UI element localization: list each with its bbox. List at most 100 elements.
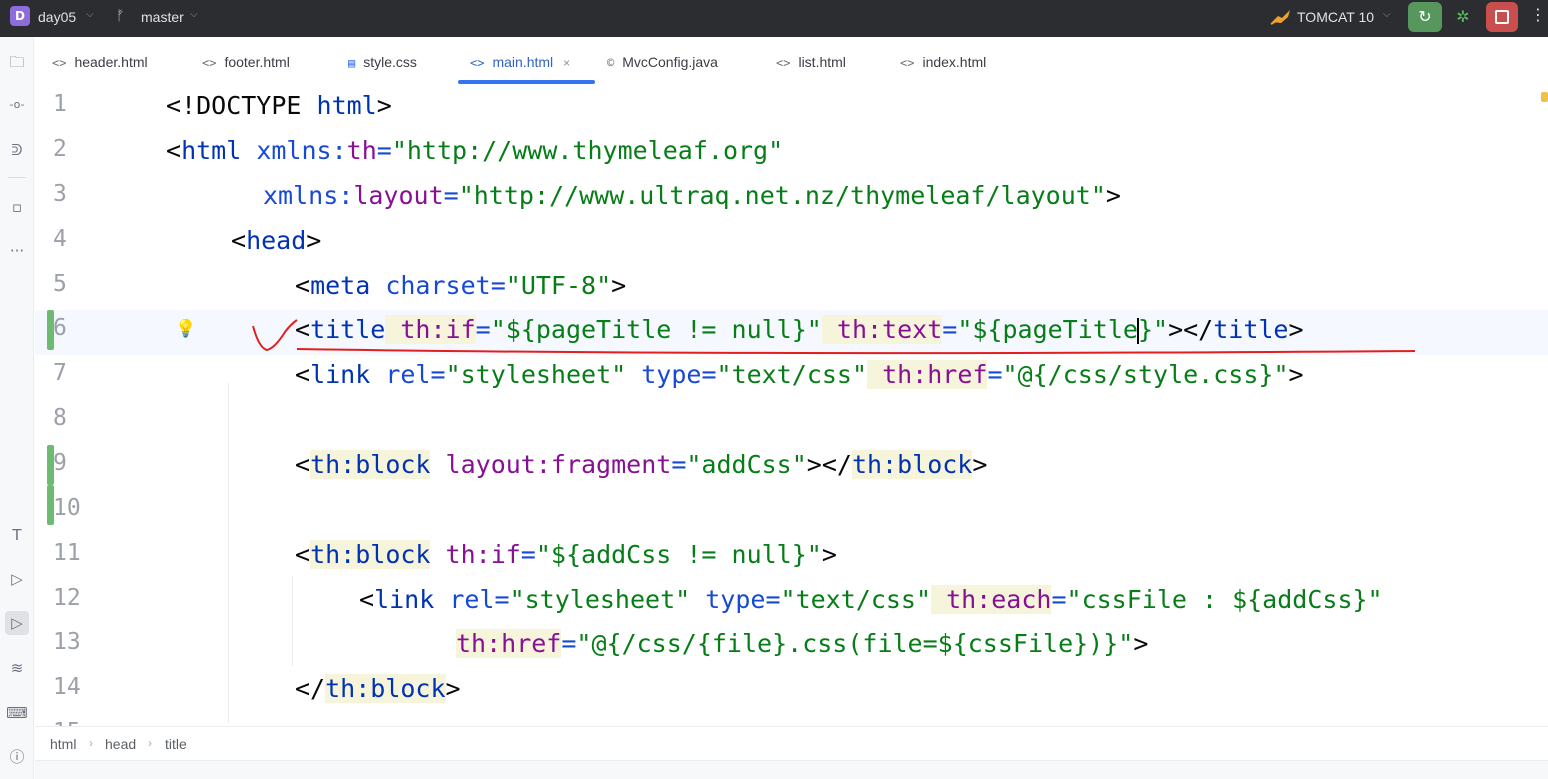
services-icon[interactable]: ▷ — [5, 567, 29, 591]
active-tab-indicator — [458, 80, 595, 84]
html-file-icon: <> — [776, 56, 791, 70]
project-icon[interactable]: 🗀 — [5, 50, 29, 74]
lightbulb-icon[interactable]: 💡 — [175, 319, 196, 339]
code-text: <th:block layout:fragment="addCss"></th:… — [295, 450, 988, 479]
code-text: <!DOCTYPE html> — [166, 91, 392, 120]
tab-label: footer.html — [224, 54, 290, 70]
code-line: 14 </th:block> — [35, 669, 1548, 714]
code-line: 15 — [35, 714, 1548, 726]
code-text: </th:block> — [295, 674, 461, 703]
tab-main-html[interactable]: <> main.html × — [470, 37, 570, 86]
run-icon[interactable]: ▷ — [5, 611, 29, 635]
line-number: 15 — [53, 719, 113, 726]
html-file-icon: <> — [202, 56, 217, 70]
line-number: 14 — [53, 674, 81, 700]
code-text: th:href="@{/css/{file}.css(file=${cssFil… — [456, 629, 1149, 658]
code-line: 9 <th:block layout:fragment="addCss"></t… — [35, 445, 1548, 490]
commit-icon[interactable]: -o- — [5, 93, 29, 117]
editor-tab-bar: <> header.html <> footer.html ▤ style.css <… — [35, 37, 1548, 86]
html-file-icon: <> — [52, 56, 67, 70]
branch-icon: ᚠ — [116, 8, 125, 24]
code-text: <title th:if="${pageTitle != null}" th:t… — [295, 315, 1304, 344]
warning-stripe-marker[interactable] — [1541, 92, 1548, 102]
run-configuration-name[interactable]: TOMCAT 10 — [1297, 9, 1374, 25]
more-tools-icon[interactable]: ··· — [5, 239, 29, 263]
breadcrumb-item-html[interactable]: html — [50, 736, 76, 752]
code-line: 11 <th:block th:if="${addCss != null}"> — [35, 535, 1548, 580]
bottom-tool-window-bar — [35, 760, 1548, 779]
rerun-icon: ↻ — [1418, 7, 1432, 26]
problems-icon[interactable]: ⓘ — [5, 745, 29, 769]
line-number: 2 — [53, 136, 67, 162]
divider — [8, 177, 26, 178]
tab-header-html[interactable]: <> header.html — [52, 37, 148, 86]
code-line-current: 6 💡 <title th:if="${pageTitle != null}" … — [35, 310, 1548, 355]
line-number: 8 — [53, 405, 67, 431]
code-line: 5 <meta charset="UTF-8"> — [35, 266, 1548, 311]
chevron-right-icon: › — [89, 736, 93, 750]
left-tool-strip: 🗀 -o- ᕲ ▫ ··· T ▷ ▷ ≋ ⌨ ⓘ — [0, 37, 34, 779]
chevron-down-icon[interactable]: ⌵ — [190, 9, 198, 20]
more-actions-button[interactable]: ⋮ — [1530, 5, 1546, 24]
code-text: xmlns:layout="http://www.ultraq.net.nz/t… — [263, 181, 1121, 210]
line-number: 12 — [53, 585, 81, 611]
chevron-down-icon[interactable]: ⌵ — [1383, 9, 1391, 20]
code-text: <html xmlns:th="http://www.thymeleaf.org… — [166, 136, 784, 165]
tab-label: list.html — [798, 54, 846, 70]
pull-requests-icon[interactable]: ᕲ — [5, 138, 29, 162]
project-badge[interactable]: D — [10, 6, 30, 26]
terminal-icon[interactable]: ⌨ — [5, 701, 29, 725]
breadcrumb-item-title[interactable]: title — [165, 736, 187, 752]
java-class-icon: © — [607, 56, 615, 70]
code-text: <th:block th:if="${addCss != null}"> — [295, 540, 837, 569]
code-line: 2 <html xmlns:th="http://www.thymeleaf.o… — [35, 131, 1548, 176]
line-number: 10 — [53, 495, 81, 521]
rerun-button[interactable]: ↻ — [1408, 2, 1442, 32]
structure-icon[interactable]: ▫ — [5, 195, 29, 219]
line-number: 4 — [53, 226, 67, 252]
code-line: 10 — [35, 485, 1548, 535]
debug-button[interactable]: ✲ — [1452, 5, 1474, 29]
code-text: <head> — [231, 226, 322, 255]
breadcrumb: html › head › title — [35, 726, 1548, 760]
line-number: 5 — [53, 271, 67, 297]
code-line: 4 <head> — [35, 221, 1548, 266]
project-name[interactable]: day05 — [38, 9, 76, 25]
line-number: 13 — [53, 629, 81, 655]
title-bar: D day05 ⌵ ᚠ master ⌵ TOMCAT 10 ⌵ ↻ ✲ ⋮ — [0, 0, 1548, 37]
tomcat-icon — [1270, 10, 1290, 25]
chevron-down-icon[interactable]: ⌵ — [86, 9, 94, 20]
html-file-icon: <> — [470, 56, 485, 70]
tab-mvcconfig-java[interactable]: © MvcConfig.java — [607, 37, 718, 86]
code-text: <link rel="stylesheet" type="text/css" t… — [359, 585, 1383, 614]
close-icon[interactable]: × — [563, 56, 570, 70]
stop-button[interactable] — [1486, 2, 1518, 32]
line-number: 1 — [53, 91, 67, 117]
build-icon[interactable]: T — [5, 523, 29, 547]
code-line: 7 <link rel="stylesheet" type="text/css"… — [35, 355, 1548, 400]
code-editor[interactable]: 1 <!DOCTYPE html> 2 <html xmlns:th="http… — [35, 86, 1548, 726]
tab-footer-html[interactable]: <> footer.html — [202, 37, 290, 86]
tab-style-css[interactable]: ▤ style.css — [348, 37, 417, 86]
bug-icon: ✲ — [1456, 7, 1470, 26]
layers-icon[interactable]: ≋ — [5, 656, 29, 680]
code-line: 12 <link rel="stylesheet" type="text/css… — [35, 580, 1548, 625]
tab-label: header.html — [74, 54, 148, 70]
code-line: 3 xmlns:layout="http://www.ultraq.net.nz… — [35, 176, 1548, 221]
breadcrumb-item-head[interactable]: head — [105, 736, 136, 752]
tab-label: main.html — [492, 54, 554, 70]
code-line: 8 — [35, 400, 1548, 445]
chevron-right-icon: › — [148, 736, 152, 750]
tab-label: index.html — [922, 54, 987, 70]
branch-name[interactable]: master — [141, 9, 184, 25]
line-number: 6 — [53, 315, 67, 341]
line-number: 3 — [53, 181, 67, 207]
code-text: <link rel="stylesheet" type="text/css" t… — [295, 360, 1304, 389]
line-number: 9 — [53, 450, 67, 476]
tab-index-html[interactable]: <> index.html — [900, 37, 986, 86]
line-number: 7 — [53, 360, 67, 386]
tab-list-html[interactable]: <> list.html — [776, 37, 846, 86]
css-file-icon: ▤ — [348, 56, 356, 70]
tab-label: MvcConfig.java — [622, 54, 718, 70]
html-file-icon: <> — [900, 56, 915, 70]
